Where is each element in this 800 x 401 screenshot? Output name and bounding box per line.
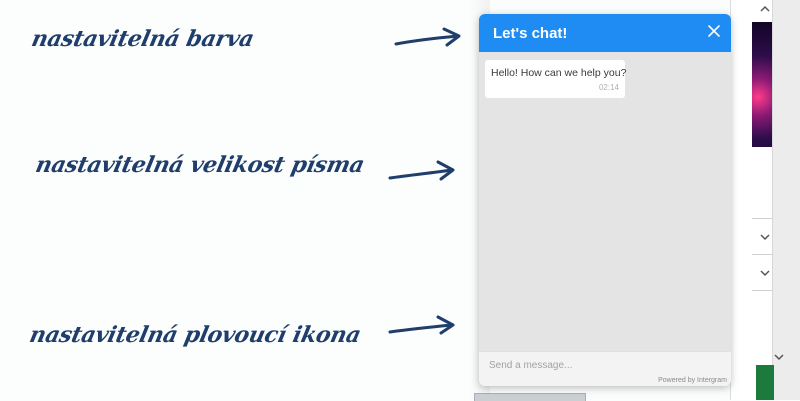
chevron-down-icon[interactable] xyxy=(760,230,770,244)
divider xyxy=(752,218,772,219)
background-accent xyxy=(756,365,774,400)
chat-header[interactable]: Let's chat! xyxy=(479,14,731,52)
message-time: 02:14 xyxy=(598,83,619,92)
divider xyxy=(752,290,772,291)
annotation-floating-icon: nastavitelná plovoucí ikona xyxy=(27,322,364,348)
chevron-down-icon[interactable] xyxy=(774,350,784,364)
chat-title: Let's chat! xyxy=(493,25,568,42)
background-image xyxy=(752,22,772,147)
chat-widget: Let's chat! Hello! How can we help you? … xyxy=(479,14,731,386)
chat-footer: Powered by Intergram xyxy=(479,377,731,386)
close-icon[interactable] xyxy=(707,24,721,38)
chevron-up-icon[interactable] xyxy=(760,2,770,16)
arrow-icon xyxy=(388,315,455,335)
arrow-icon xyxy=(388,160,455,181)
divider xyxy=(752,254,772,255)
chat-input-area xyxy=(479,351,731,378)
arrow-icon xyxy=(394,27,461,47)
powered-by: Powered by Intergram xyxy=(658,377,727,384)
chevron-down-icon[interactable] xyxy=(760,266,770,280)
chat-messages: Hello! How can we help you? 02:14 xyxy=(479,52,731,364)
message-text: Hello! How can we help you? xyxy=(491,67,627,79)
message-input[interactable] xyxy=(479,352,731,378)
message-bubble: Hello! How can we help you? 02:14 xyxy=(485,60,627,98)
annotation-color: nastavitelná barva xyxy=(29,26,257,52)
annotation-font-size: nastavitelná velikost písma xyxy=(33,152,367,178)
scrollbar[interactable] xyxy=(772,0,800,400)
